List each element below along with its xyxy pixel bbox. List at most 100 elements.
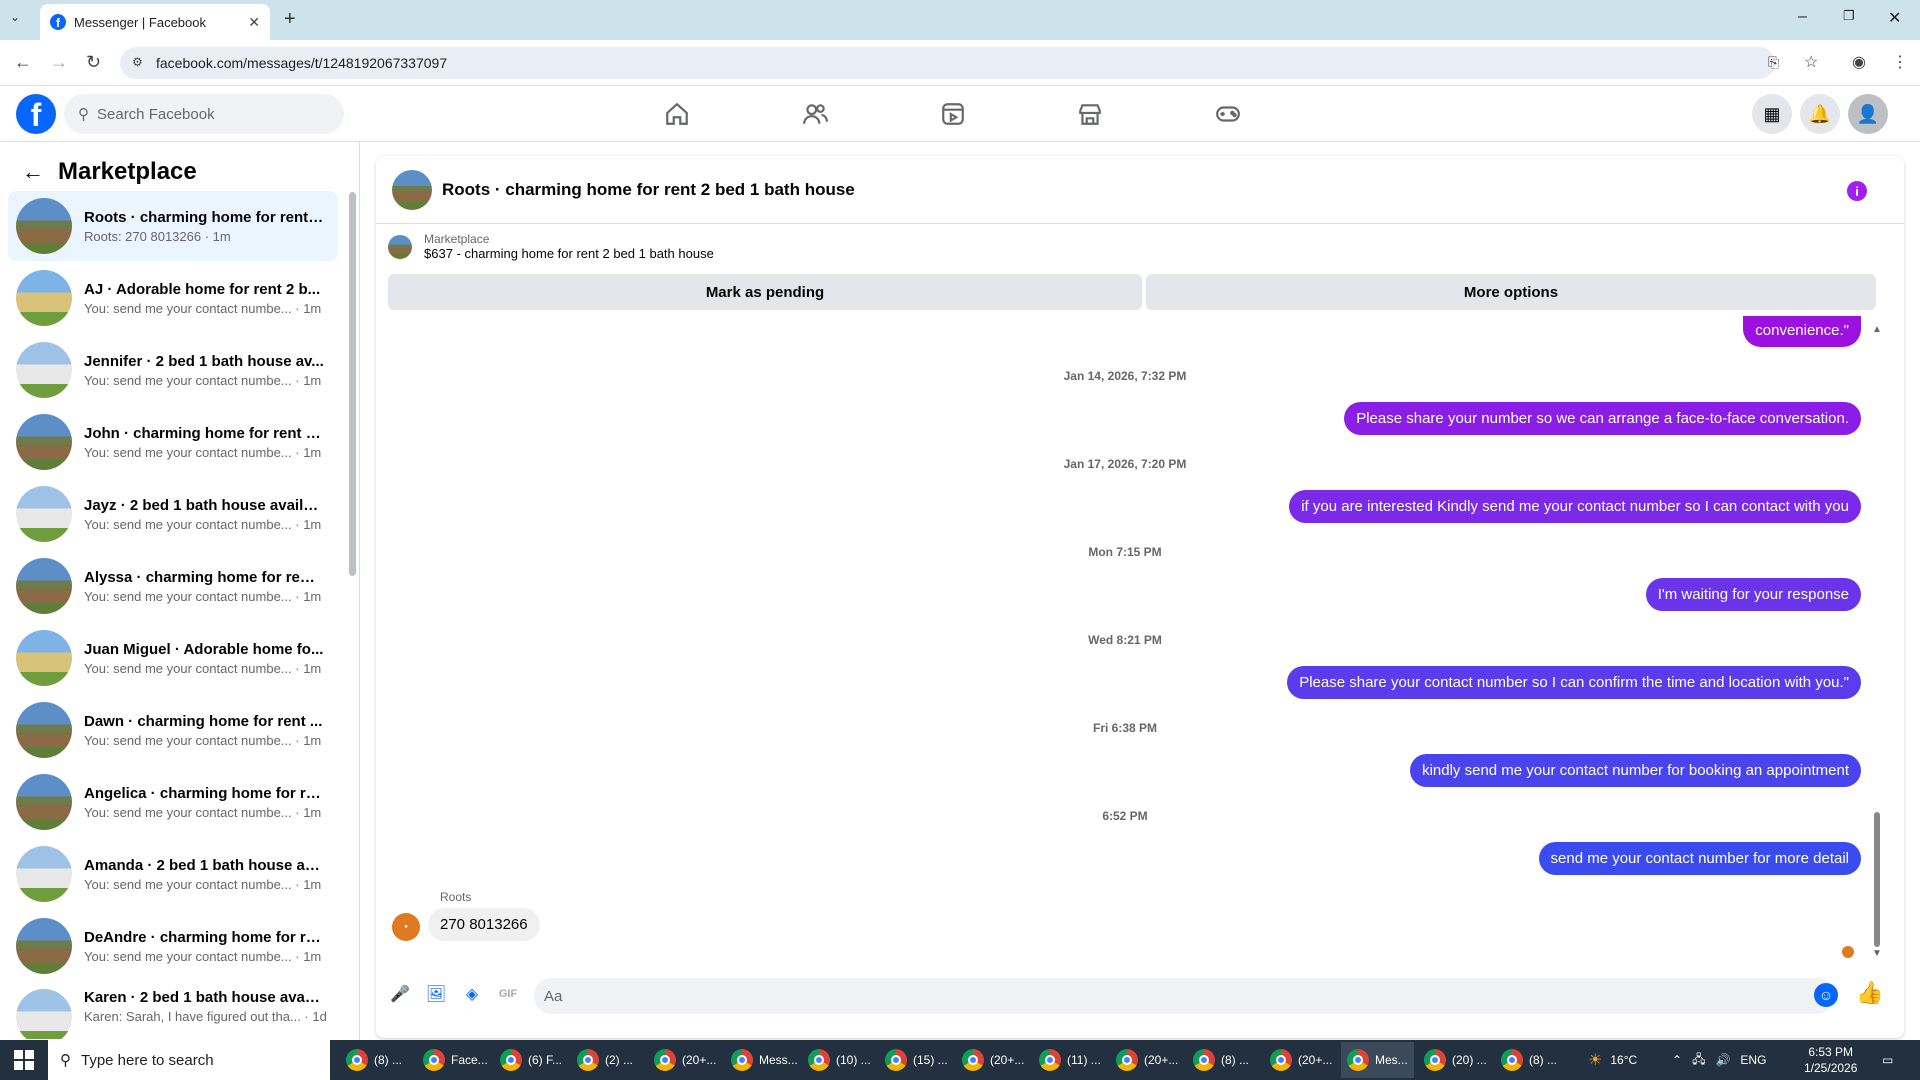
conversation-item[interactable]: DeAndre · charming home for re... You: se… [8,911,338,981]
mark-as-pending-button[interactable]: Mark as pending [388,274,1142,310]
conversation-item[interactable]: Amanda · 2 bed 1 bath house av... You: se… [8,839,338,909]
emoji-icon[interactable]: ☺ [1814,983,1838,1007]
conversation-name: AJ · Adorable home for rent 2 b... [84,280,321,298]
tray-chevron-icon[interactable]: ⌃ [1672,1053,1682,1067]
gaming-icon[interactable] [1212,100,1244,128]
scroll-up-icon[interactable]: ▲ [1872,324,1882,335]
taskbar-chrome-window[interactable]: (11) ... [1033,1042,1107,1078]
listing-banner[interactable]: Marketplace $637 - charming home for ren… [388,232,714,261]
conversation-item[interactable]: AJ · Adorable home for rent 2 b... You: s… [8,263,338,333]
like-thumbs-up-icon[interactable]: 👍 [1856,980,1883,1006]
outgoing-message[interactable]: I'm waiting for your response [1645,578,1861,611]
taskbar-chrome-window[interactable]: Mess... [725,1042,804,1078]
account-avatar[interactable]: 👤 [1848,94,1888,134]
profile-icon[interactable]: ◉ [1852,52,1866,72]
notifications-bell-icon[interactable]: 🔔 [1800,94,1840,134]
weather-widget[interactable]: ☀ 16°C [1588,1040,1637,1080]
taskbar-chrome-window[interactable]: (20) ... [1418,1042,1493,1078]
browser-tab[interactable]: f Messenger | Facebook ✕ [40,4,270,40]
conversation-avatar [16,486,72,542]
taskbar-chrome-window[interactable]: (15) ... [879,1042,954,1078]
language-indicator[interactable]: ENG [1740,1053,1766,1067]
site-info-icon[interactable]: ⚙ [132,55,143,69]
close-tab-icon[interactable]: ✕ [248,14,260,31]
facebook-logo[interactable]: f [16,94,56,134]
outgoing-message[interactable]: if you are interested Kindly send me you… [1289,490,1861,523]
chat-title[interactable]: Roots · charming home for rent 2 bed 1 b… [442,180,855,200]
outgoing-message[interactable]: send me your contact number for more det… [1538,842,1861,875]
chrome-icon [1501,1049,1523,1071]
conversation-item[interactable]: Juan Miguel · Adorable home fo... You: se… [8,623,338,693]
url-field[interactable]: ⚙ facebook.com/messages/t/12481920673370… [120,47,1775,79]
tab-search-icon[interactable]: ⌄ [10,10,20,24]
scroll-down-icon[interactable]: ▼ [1872,948,1882,959]
conversation-name: Amanda · 2 bed 1 bath house av... [84,856,324,874]
browser-menu-icon[interactable]: ⋮ [1892,52,1908,72]
facebook-search-input[interactable]: ⚲ Search Facebook [64,94,344,134]
taskbar-item-label: Mes... [1375,1053,1408,1067]
taskbar-chrome-window[interactable]: (20+... [648,1042,722,1078]
install-app-icon[interactable]: ⎘ [1768,54,1779,71]
conversation-item[interactable]: Karen · 2 bed 1 bath house avail... Karen… [8,983,338,1039]
message-input[interactable]: Aa [534,978,1834,1014]
taskbar-chrome-window[interactable]: (20+... [956,1042,1030,1078]
taskbar-chrome-window[interactable]: (8) ... [1495,1042,1563,1078]
taskbar-chrome-window[interactable]: (20+... [1264,1042,1338,1078]
back-arrow-icon[interactable]: ← [22,159,44,185]
network-icon[interactable]: 🖧 [1692,1050,1705,1071]
conversation-item[interactable]: John · charming home for rent 2... You: s… [8,407,338,477]
bookmark-star-icon[interactable]: ☆ [1804,52,1818,72]
incoming-message[interactable]: 270 8013266 [428,908,540,941]
forward-icon[interactable]: → [50,52,68,73]
conversation-item[interactable]: Jayz · 2 bed 1 bath house availab... You:… [8,479,338,549]
friends-icon[interactable] [799,100,831,128]
menu-grid-icon[interactable]: ▦ [1752,94,1792,134]
taskbar-chrome-window-active[interactable]: Mes... [1341,1042,1414,1078]
sender-avatar[interactable]: ● [392,913,420,941]
reload-icon[interactable]: ↻ [86,52,101,73]
restore-icon[interactable]: ❐ [1843,8,1855,24]
search-placeholder: Search Facebook [97,105,215,123]
conversation-item[interactable]: Angelica · charming home for re... You: s… [8,767,338,837]
photo-icon[interactable]: 🖼 [424,982,448,1006]
chat-avatar[interactable] [392,169,432,210]
new-tab-icon[interactable]: + [284,8,296,31]
windows-start-icon[interactable] [14,1050,34,1070]
video-icon[interactable] [937,100,969,128]
outgoing-message[interactable]: kindly send me your contact number for b… [1410,754,1861,787]
outgoing-message[interactable]: Please share your number so we can arran… [1344,402,1861,435]
sticker-icon[interactable]: ◈ [460,982,484,1006]
sidebar-scrollbar[interactable] [349,192,356,576]
info-icon[interactable]: i [1847,181,1867,201]
minimize-icon[interactable]: – [1798,8,1807,26]
chrome-icon [1193,1049,1215,1071]
conversation-item[interactable]: Roots · charming home for rent ... Roots:… [8,191,338,261]
taskbar-chrome-window[interactable]: (6) F... [494,1042,568,1078]
gif-icon[interactable]: GIF [496,982,520,1006]
conversation-item[interactable]: Jennifer · 2 bed 1 bath house av... You: … [8,335,338,405]
taskbar-item-label: Face... [451,1053,488,1067]
outgoing-message[interactable]: Please share your contact number so I ca… [1287,666,1861,699]
more-options-button[interactable]: More options [1146,274,1876,310]
taskbar-item-label: (15) ... [913,1053,948,1067]
conversation-item[interactable]: Alyssa · charming home for rent... You: s… [8,551,338,621]
marketplace-icon[interactable] [1074,100,1106,128]
taskbar-chrome-window[interactable]: (10) ... [802,1042,877,1078]
home-icon[interactable] [661,100,693,128]
notification-center-icon[interactable]: ▭ [1882,1040,1893,1080]
microphone-icon[interactable]: 🎤 [388,982,412,1006]
clock[interactable]: 6:53 PM 1/25/2026 [1804,1040,1857,1080]
taskbar-chrome-window[interactable]: Face... [417,1042,494,1078]
chat-scrollbar[interactable] [1874,812,1880,947]
taskbar-chrome-window[interactable]: (8) ... [340,1042,408,1078]
taskbar-chrome-window[interactable]: (8) ... [1187,1042,1255,1078]
conversation-item[interactable]: Dawn · charming home for rent ... You: se… [8,695,338,765]
volume-icon[interactable]: 🔊 [1715,1053,1730,1067]
incoming-sender-name: Roots [440,890,472,904]
taskbar-chrome-window[interactable]: (20+... [1110,1042,1184,1078]
taskbar-search-input[interactable]: ⚲ Type here to search [48,1040,330,1080]
outgoing-message[interactable]: convenience." [1743,316,1861,347]
close-window-icon[interactable]: ✕ [1888,8,1901,28]
taskbar-chrome-window[interactable]: (2) ... [571,1042,639,1078]
back-icon[interactable]: ← [14,52,32,73]
